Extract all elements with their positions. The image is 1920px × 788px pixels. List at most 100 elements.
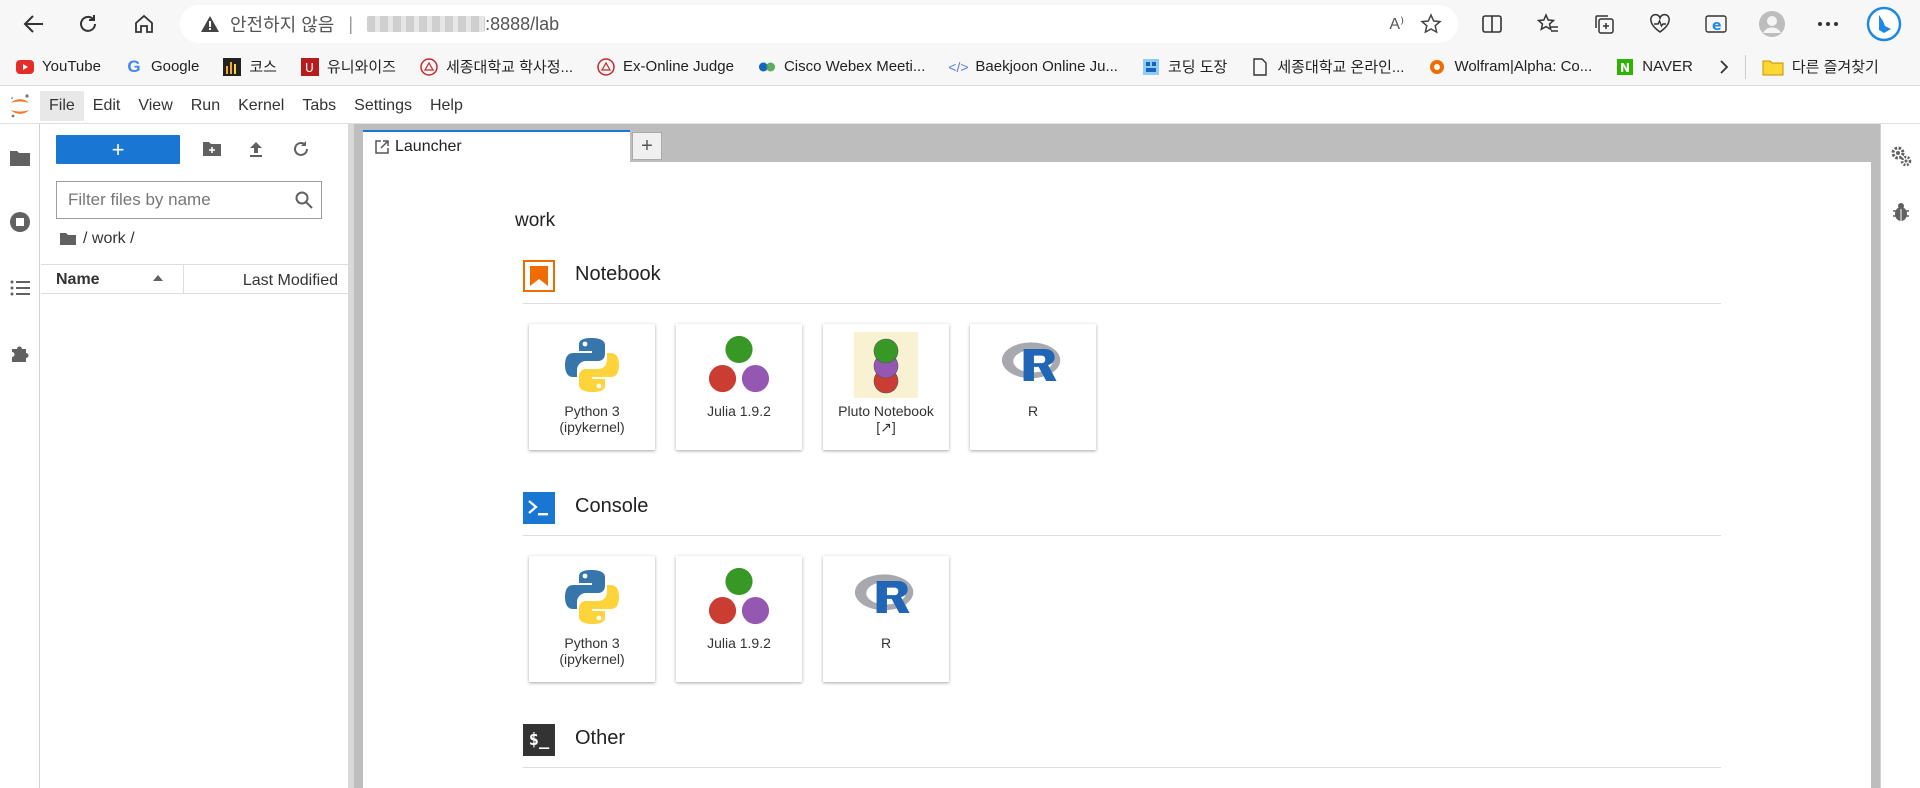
running-sessions-tab[interactable] (6, 208, 34, 236)
chevron-right-icon (1720, 59, 1729, 74)
home-button[interactable] (126, 6, 162, 42)
favorite-star-icon[interactable] (1420, 13, 1442, 35)
page-icon (1251, 57, 1269, 76)
back-button[interactable] (16, 6, 52, 42)
new-launcher-button[interactable]: + (56, 135, 180, 164)
ie-mode-button[interactable]: e (1698, 6, 1734, 42)
property-inspector-tab[interactable] (1889, 144, 1913, 168)
console-card-julia[interactable]: Julia 1.9.2 (676, 556, 802, 682)
home-folder-icon[interactable] (59, 232, 77, 246)
sejong-icon (420, 57, 438, 76)
bookmark-label: Baekjoon Online Ju... (975, 58, 1118, 75)
bug-icon (1893, 203, 1909, 221)
bookmark-course[interactable]: 코스 (207, 52, 285, 82)
profile-button[interactable] (1754, 6, 1790, 42)
bookmark-webex[interactable]: Cisco Webex Meeti... (742, 52, 933, 82)
launcher-cwd: work (515, 210, 556, 231)
judge-icon (597, 57, 615, 76)
debugger-tab[interactable] (1889, 200, 1913, 224)
menu-edit[interactable]: Edit (84, 91, 130, 121)
menu-help[interactable]: Help (421, 91, 472, 121)
code-icon: </> (948, 58, 969, 75)
menu-settings[interactable]: Settings (345, 91, 421, 121)
extension-manager-tab[interactable] (6, 340, 34, 368)
console-section-header: Console (523, 480, 1721, 536)
notebook-card-pluto[interactable]: Pluto Notebook [↗] (823, 324, 949, 450)
new-tab-button[interactable]: + (632, 132, 662, 160)
table-of-contents-tab[interactable] (6, 274, 34, 302)
upload-icon (250, 142, 262, 157)
other-section-header: $_ Other (523, 712, 1721, 768)
security-status[interactable]: 안전하지 않음 (230, 11, 334, 37)
console-icon (523, 492, 555, 524)
bookmark-baekjoon[interactable]: </> Baekjoon Online Ju... (933, 52, 1126, 82)
pluto-logo-icon (854, 332, 918, 398)
filter-input[interactable] (57, 190, 277, 210)
menu-file[interactable]: File (40, 90, 84, 121)
console-cards: Python 3 (ipykernel) Julia 1.9.2 R (523, 536, 1721, 696)
address-bar[interactable]: 안전하지 않음 | :8888/lab A⁾ (180, 5, 1458, 43)
notebook-cards: Python 3 (ipykernel) Julia 1.9.2 Pluto N… (523, 304, 1721, 464)
ie-icon: e (1705, 15, 1727, 34)
bookmark-label: 코스 (249, 59, 277, 76)
menu-tabs[interactable]: Tabs (293, 91, 345, 121)
svg-text:U: U (305, 61, 314, 75)
notebook-card-python[interactable]: Python 3 (ipykernel) (529, 324, 655, 450)
menu-run[interactable]: Run (182, 91, 229, 121)
bookmark-coding-dojang[interactable]: 코딩 도장 (1126, 52, 1235, 82)
terminal-icon: $_ (523, 724, 555, 756)
jupyter-logo-icon (0, 88, 40, 124)
main-dock-area: Launcher + work Notebook Python 3 (ipyke… (354, 124, 1880, 788)
notebook-card-julia[interactable]: Julia 1.9.2 (676, 324, 802, 450)
python-logo-icon (560, 332, 624, 398)
menu-view[interactable]: View (129, 91, 181, 121)
console-card-python[interactable]: Python 3 (ipykernel) (529, 556, 655, 682)
read-aloud-icon[interactable]: A⁾ (1389, 14, 1404, 34)
folder-icon (10, 151, 30, 166)
breadcrumb-path[interactable]: / work / (83, 230, 135, 248)
column-name[interactable]: Name (56, 271, 100, 289)
bookmark-google[interactable]: G Google (109, 52, 207, 82)
bookmark-sejong-academic[interactable]: 세종대학교 학사정... (404, 52, 581, 82)
new-folder-icon (203, 142, 221, 156)
r-logo-icon (1001, 332, 1065, 398)
card-label: Julia 1.9.2 (707, 635, 771, 651)
bookmarks-overflow-button[interactable] (1701, 52, 1737, 82)
split-screen-button[interactable] (1474, 6, 1510, 42)
bookmark-sejong-online[interactable]: 세종대학교 온라인... (1235, 52, 1412, 82)
upload-button[interactable] (244, 137, 268, 161)
tab-bar: Launcher + (354, 124, 1880, 162)
bookmark-naver[interactable]: N NAVER (1600, 52, 1701, 82)
browser-essentials-button[interactable] (1642, 6, 1678, 42)
bookmark-youtube[interactable]: YouTube (0, 52, 109, 82)
refresh-files-button[interactable] (289, 137, 313, 161)
bookmark-wolfram[interactable]: Wolfram|Alpha: Co... (1412, 52, 1600, 82)
bookmark-label: YouTube (42, 58, 101, 75)
notebook-card-r[interactable]: R (970, 324, 1096, 450)
bookmark-label: 유니와이즈 (326, 59, 396, 76)
collections-button[interactable] (1586, 6, 1622, 42)
julia-logo-icon (707, 332, 771, 398)
console-card-r[interactable]: R (823, 556, 949, 682)
launcher-panel: work Notebook Python 3 (ipykernel) Julia… (363, 162, 1871, 788)
refresh-button[interactable] (70, 6, 106, 42)
bookmark-uniwise[interactable]: U 유니와이즈 (285, 52, 404, 82)
other-favorites-folder[interactable]: 다른 즐겨찾기 (1746, 52, 1887, 82)
sort-ascending-icon[interactable] (151, 271, 165, 285)
new-folder-button[interactable] (200, 137, 224, 161)
split-screen-icon (1482, 15, 1502, 33)
left-sidebar (0, 124, 40, 788)
bookmark-ex-online-judge[interactable]: Ex-Online Judge (581, 52, 742, 82)
dojang-icon (1142, 58, 1160, 76)
bing-chat-button[interactable] (1866, 6, 1902, 42)
column-last-modified[interactable]: Last Modified (243, 272, 338, 290)
tab-launcher[interactable]: Launcher (363, 130, 630, 162)
column-divider[interactable] (183, 265, 184, 293)
favorites-button[interactable] (1530, 6, 1566, 42)
menu-kernel[interactable]: Kernel (229, 91, 293, 121)
address-separator: | (348, 13, 354, 34)
more-menu-button[interactable] (1810, 6, 1846, 42)
refresh-icon (80, 15, 96, 32)
julia-logo-icon (707, 564, 771, 630)
file-browser-tab[interactable] (6, 144, 34, 172)
